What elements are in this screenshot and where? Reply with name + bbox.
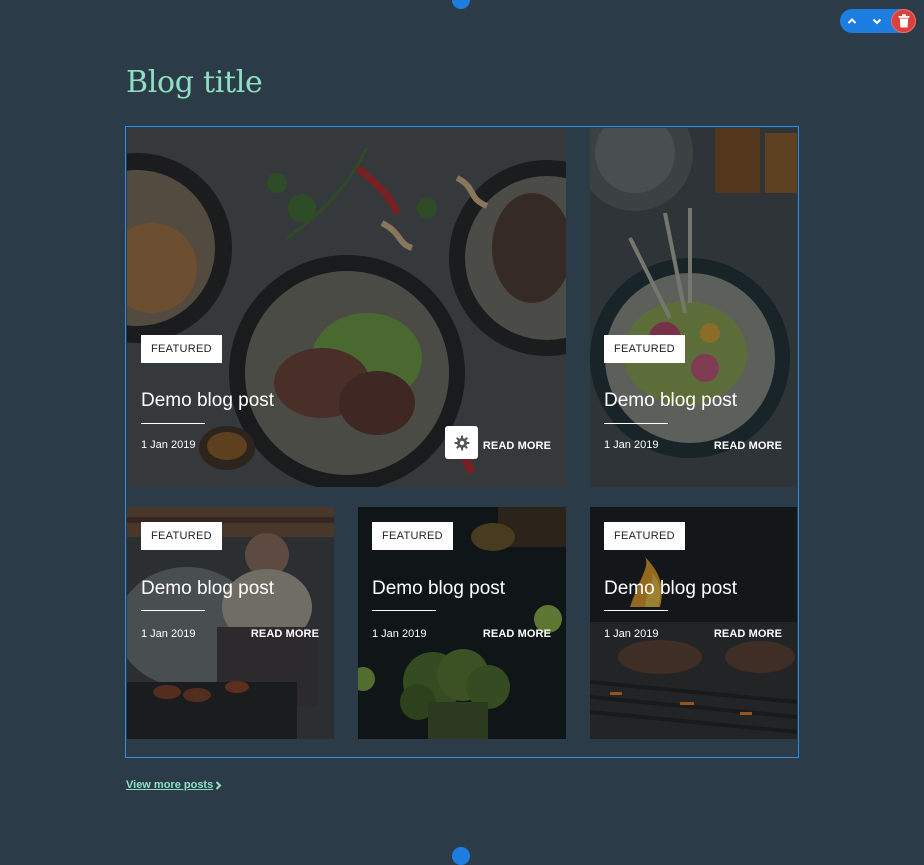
- chevron-up-icon: [847, 18, 857, 24]
- settings-button[interactable]: [445, 426, 478, 459]
- post-date: 1 Jan 2019: [604, 628, 659, 640]
- move-up-button[interactable]: [840, 9, 864, 33]
- view-more-posts-link[interactable]: View more posts: [126, 779, 222, 791]
- post-date: 1 Jan 2019: [141, 628, 196, 640]
- gear-icon: [454, 435, 469, 450]
- title-divider: [604, 423, 668, 424]
- blog-post-card[interactable]: FEATURED Demo blog post 1 Jan 2019 READ …: [358, 507, 566, 739]
- featured-badge: FEATURED: [604, 335, 685, 363]
- blog-title: Blog title: [126, 65, 263, 100]
- featured-badge: FEATURED: [604, 522, 685, 550]
- post-date: 1 Jan 2019: [372, 628, 427, 640]
- post-date: 1 Jan 2019: [604, 439, 659, 451]
- featured-badge: FEATURED: [372, 522, 453, 550]
- title-divider: [141, 423, 205, 424]
- blog-post-card[interactable]: FEATURED Demo blog post 1 Jan 2019 READ …: [127, 128, 566, 487]
- insert-block-bottom-handle[interactable]: [452, 847, 470, 865]
- title-divider: [141, 610, 205, 611]
- featured-badge: FEATURED: [141, 335, 222, 363]
- post-title[interactable]: Demo blog post: [141, 578, 274, 600]
- image-overlay: [590, 128, 797, 487]
- title-divider: [604, 610, 668, 611]
- post-title[interactable]: Demo blog post: [372, 578, 505, 600]
- view-more-label: View more posts: [126, 779, 214, 791]
- title-divider: [372, 610, 436, 611]
- blog-post-card[interactable]: FEATURED Demo blog post 1 Jan 2019 READ …: [127, 507, 334, 739]
- delete-block-button[interactable]: [891, 9, 916, 33]
- read-more-link[interactable]: READ MORE: [714, 628, 782, 640]
- move-down-button[interactable]: [865, 9, 889, 33]
- image-overlay: [127, 128, 566, 487]
- read-more-link[interactable]: READ MORE: [483, 440, 551, 452]
- read-more-link[interactable]: READ MORE: [714, 440, 782, 452]
- chevron-right-icon: [216, 780, 222, 790]
- post-title[interactable]: Demo blog post: [604, 578, 737, 600]
- trash-icon: [898, 14, 909, 28]
- read-more-link[interactable]: READ MORE: [483, 628, 551, 640]
- blog-post-card[interactable]: FEATURED Demo blog post 1 Jan 2019 READ …: [590, 507, 797, 739]
- featured-badge: FEATURED: [141, 522, 222, 550]
- read-more-link[interactable]: READ MORE: [251, 628, 319, 640]
- block-toolbar: [840, 9, 916, 33]
- blog-post-card[interactable]: FEATURED Demo blog post 1 Jan 2019 READ …: [590, 128, 797, 487]
- chevron-down-icon: [872, 18, 882, 25]
- post-title[interactable]: Demo blog post: [141, 390, 274, 412]
- post-date: 1 Jan 2019: [141, 439, 196, 451]
- insert-block-top-handle[interactable]: [452, 0, 470, 9]
- post-title[interactable]: Demo blog post: [604, 390, 737, 412]
